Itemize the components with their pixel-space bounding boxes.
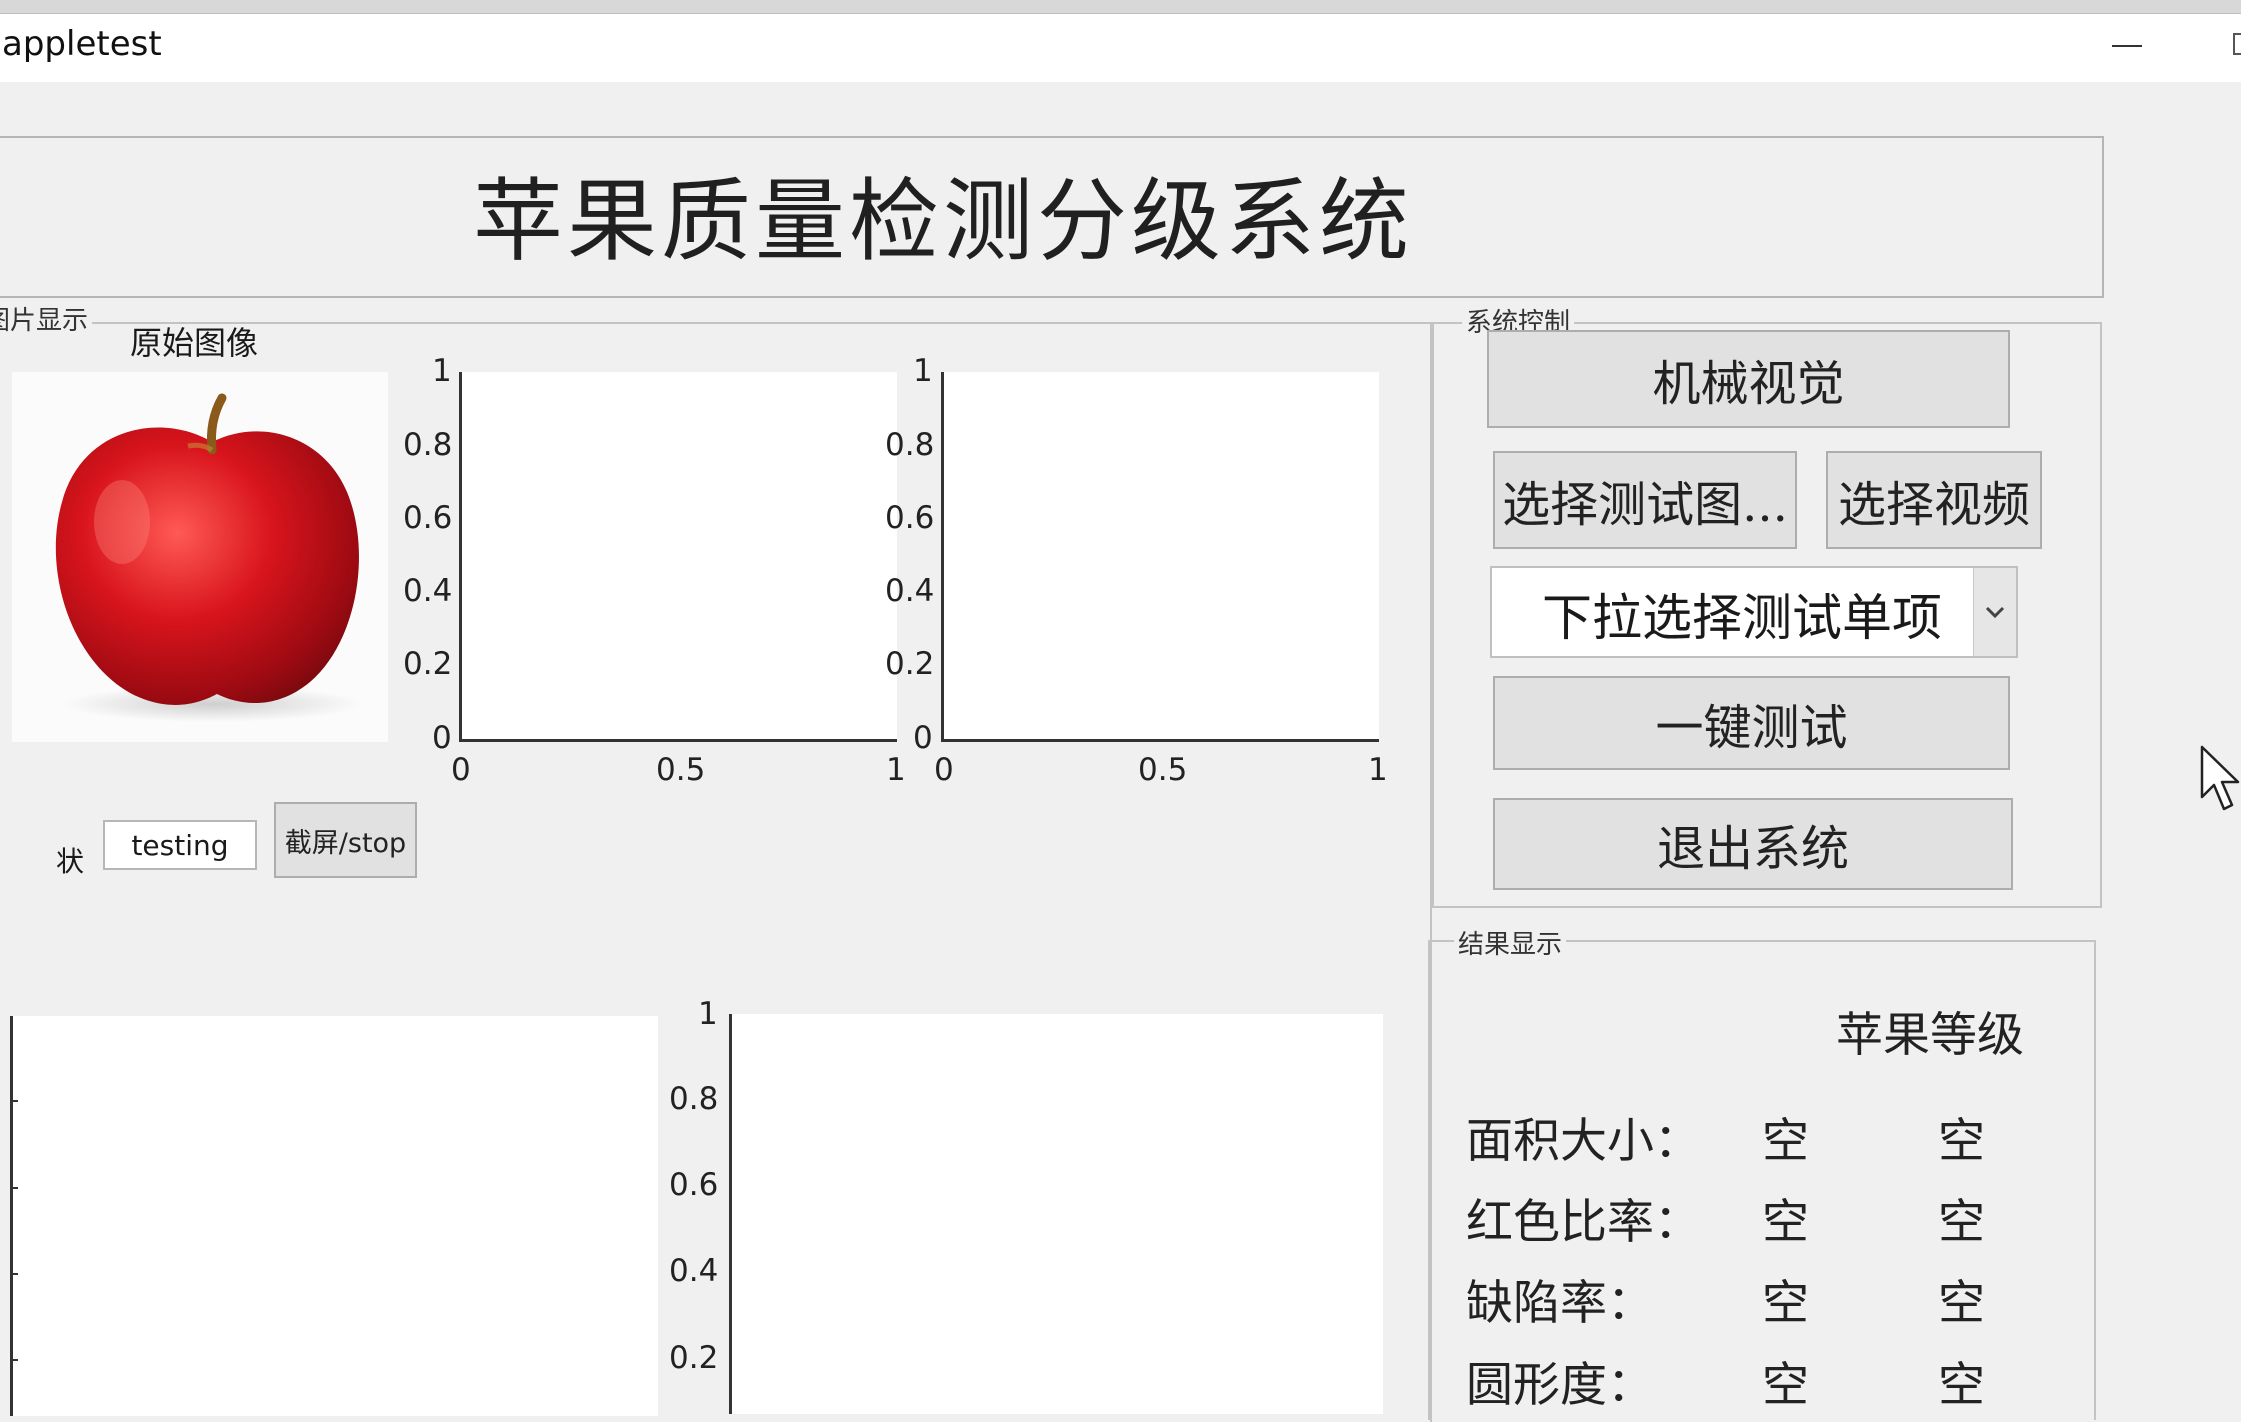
result-row-area-value-1: 空 [1762, 1114, 1809, 1169]
axes-2-xtick-0.5: 0.5 [1138, 752, 1188, 788]
select-test-image-button[interactable]: 选择测试图... [1493, 451, 1797, 549]
axes-1-x-axis [459, 739, 897, 742]
axes-1-ytick-0.2: 0.2 [403, 646, 453, 682]
axes-1-ytick-1: 1 [432, 353, 452, 389]
dropdown-value: 下拉选择测试单项 [1542, 589, 1942, 647]
mouse-cursor-icon [2200, 745, 2240, 811]
axes-2-y-axis [941, 372, 944, 742]
result-panel-label: 结果显示 [1454, 924, 1567, 961]
apple-image [12, 372, 388, 742]
machine-vision-button[interactable]: 机械视觉 [1487, 330, 2010, 428]
result-row-label-defect-rate: 缺陷率： [1466, 1276, 1654, 1331]
axes-4-plot-area [731, 1014, 1383, 1414]
result-row-red-ratio-value-2: 空 [1938, 1195, 1985, 1250]
result-row-defect-rate-value-2: 空 [1938, 1276, 1985, 1331]
image-panel-label: 图片显示 [0, 300, 93, 337]
apple-grade-title: 苹果等级 [1836, 1008, 2024, 1063]
axes-1-ytick-0.6: 0.6 [403, 500, 453, 536]
axes-1-ytick-0.8: 0.8 [403, 427, 453, 463]
result-row-label-area: 面积大小： [1466, 1114, 1701, 1169]
axes-3-tick-mark-4 [10, 1359, 18, 1361]
maximize-icon[interactable] [2233, 33, 2241, 55]
axes-4-ytick-0.4: 0.4 [669, 1253, 719, 1289]
axes-4-y-axis [729, 1014, 732, 1414]
status-label: 状 [56, 845, 85, 878]
minimize-icon[interactable] [2112, 45, 2142, 47]
original-image-label: 原始图像 [130, 324, 259, 362]
axes-2-xtick-0: 0 [934, 752, 954, 788]
result-row-red-ratio-value-1: 空 [1762, 1195, 1809, 1250]
axes-4-ytick-0.6: 0.6 [669, 1167, 719, 1203]
axes-4-ytick-0.8: 0.8 [669, 1081, 719, 1117]
result-row-label-red-ratio: 红色比率： [1466, 1195, 1701, 1250]
axes-2-plot-area [943, 372, 1379, 740]
axes-1-xtick-0.5: 0.5 [656, 752, 706, 788]
test-item-dropdown[interactable]: 下拉选择测试单项 [1490, 566, 2018, 658]
axes-1-ytick-0.4: 0.4 [403, 573, 453, 609]
axes-2-ytick-0.2: 0.2 [885, 646, 935, 682]
window-title: appletest [2, 24, 162, 64]
axes-2-xtick-1: 1 [1368, 752, 1388, 788]
screenshot-stop-button[interactable]: 截屏/stop [274, 802, 417, 878]
result-row-area-value-2: 空 [1938, 1114, 1985, 1169]
chevron-down-icon [1985, 606, 2005, 619]
axes-3-y-axis [10, 1016, 13, 1416]
axes-1-y-axis [459, 372, 462, 742]
result-row-roundness-value-1: 空 [1762, 1358, 1809, 1413]
axes-3-plot-area [12, 1016, 658, 1416]
axes-1-xtick-0: 0 [451, 752, 471, 788]
dropdown-arrow-box[interactable] [1973, 568, 2016, 656]
axes-2-ytick-0: 0 [913, 720, 933, 756]
one-click-test-button[interactable]: 一键测试 [1493, 676, 2010, 770]
result-row-defect-rate-value-1: 空 [1762, 1276, 1809, 1331]
select-video-button[interactable]: 选择视频 [1826, 451, 2042, 549]
axes-1-ytick-0: 0 [432, 720, 452, 756]
axes-2-ytick-0.8: 0.8 [885, 427, 935, 463]
exit-system-button[interactable]: 退出系统 [1493, 798, 2013, 890]
screen-top-bar [0, 0, 2241, 14]
axes-4-ytick-0.2: 0.2 [669, 1340, 719, 1376]
axes-3-tick-mark-3 [10, 1273, 18, 1275]
axes-2-ytick-1: 1 [913, 353, 933, 389]
axes-4-ytick-1: 1 [698, 996, 718, 1032]
axes-2-ytick-0.6: 0.6 [885, 500, 935, 536]
axes-1-xtick-1: 1 [886, 752, 906, 788]
page-title: 苹果质量检测分级系统 [473, 169, 1413, 274]
axes-2-x-axis [941, 739, 1379, 742]
axes-2-ytick-0.4: 0.4 [885, 573, 935, 609]
status-textbox[interactable]: testing [103, 820, 257, 870]
axes-1-plot-area [461, 372, 897, 740]
window-title-bar [0, 14, 2241, 82]
axes-3-tick-mark-1 [10, 1100, 18, 1102]
result-row-label-roundness: 圆形度： [1466, 1358, 1654, 1413]
axes-3-tick-mark-2 [10, 1187, 18, 1189]
result-row-roundness-value-2: 空 [1938, 1358, 1985, 1413]
